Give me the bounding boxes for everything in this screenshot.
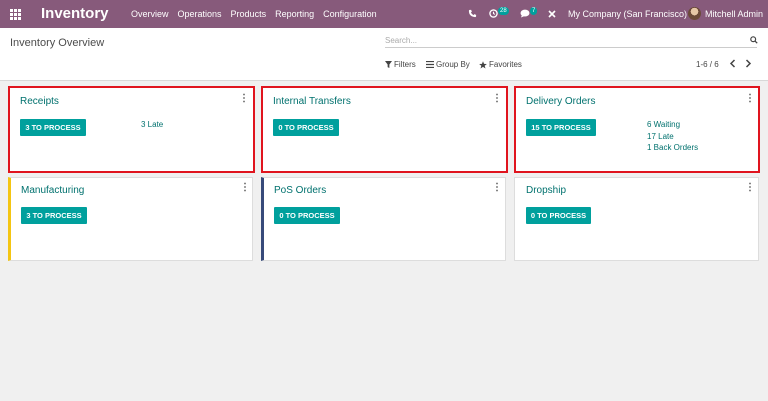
messages-icon[interactable] [520,9,530,18]
filters-label: Filters [394,60,416,69]
menu-item-overview[interactable]: Overview [131,9,169,19]
avatar[interactable] [688,7,701,20]
message-count-badge: 7 [530,7,538,15]
activity-count-badge: 28 [498,7,509,15]
kanban-card-dropship: Dropship ⋮ 0 TO PROCESS [514,177,759,261]
menu-item-reporting[interactable]: Reporting [275,9,314,19]
card-menu-icon[interactable]: ⋮ [239,94,249,104]
pager-previous-button[interactable] [729,59,736,71]
app-name[interactable]: Inventory [41,5,109,22]
group-by-button[interactable]: Group By [426,60,470,69]
card-menu-icon[interactable]: ⋮ [745,94,755,104]
phone-icon[interactable] [468,9,477,18]
group-by-label: Group By [436,60,470,69]
waiting-link[interactable]: 6 Waiting [647,119,680,131]
search-icon[interactable] [750,36,758,44]
back-orders-link[interactable]: 1 Back Orders [647,142,698,154]
to-process-button[interactable]: 15 TO PROCESS [526,119,596,136]
menu-item-configuration[interactable]: Configuration [323,9,377,19]
close-icon[interactable] [548,10,556,18]
pager-value[interactable]: 1-6 / 6 [696,60,719,69]
late-link[interactable]: 17 Late [647,131,674,143]
card-menu-icon[interactable]: ⋮ [492,183,502,193]
card-title[interactable]: Manufacturing [21,185,84,196]
kanban-card-receipts: Receipts ⋮ 3 TO PROCESS 3 Late [8,86,255,173]
to-process-button[interactable]: 0 TO PROCESS [526,207,591,224]
to-process-button[interactable]: 3 TO PROCESS [21,207,87,224]
card-title[interactable]: Dropship [526,185,566,196]
card-menu-icon[interactable]: ⋮ [240,183,250,193]
card-menu-icon[interactable]: ⋮ [745,183,755,193]
to-process-button[interactable]: 0 TO PROCESS [273,119,339,136]
pager-next-button[interactable] [745,59,752,71]
favorites-button[interactable]: Favorites [479,60,522,69]
menu-item-operations[interactable]: Operations [178,9,222,19]
activity-clock-icon[interactable] [489,9,498,18]
menu-item-products[interactable]: Products [231,9,267,19]
filters-button[interactable]: Filters [385,60,416,69]
chevron-left-icon [729,59,736,68]
kanban-card-internal-transfers: Internal Transfers ⋮ 0 TO PROCESS [261,86,508,173]
control-panel: Inventory Overview Filters Group By Favo… [0,28,768,81]
card-title[interactable]: Delivery Orders [526,96,595,107]
company-switcher[interactable]: My Company (San Francisco) [568,0,687,28]
user-menu[interactable]: Mitchell Admin [705,0,763,28]
star-icon [479,60,487,69]
search-input[interactable] [385,34,757,48]
main-menu: Overview Operations Products Reporting C… [131,9,377,19]
late-link[interactable]: 3 Late [141,119,163,131]
favorites-label: Favorites [489,60,522,69]
group-by-icon [426,61,434,68]
to-process-button[interactable]: 0 TO PROCESS [274,207,340,224]
kanban-card-delivery-orders: Delivery Orders ⋮ 15 TO PROCESS 6 Waitin… [514,86,760,173]
card-title[interactable]: PoS Orders [274,185,326,196]
card-title[interactable]: Receipts [20,96,59,107]
to-process-button[interactable]: 3 TO PROCESS [20,119,86,136]
kanban-card-pos-orders: PoS Orders ⋮ 0 TO PROCESS [261,177,506,261]
chevron-right-icon [745,59,752,68]
filter-icon [385,61,392,68]
card-menu-icon[interactable]: ⋮ [492,94,502,104]
breadcrumb: Inventory Overview [10,37,105,49]
card-title[interactable]: Internal Transfers [273,96,351,107]
kanban-card-manufacturing: Manufacturing ⋮ 3 TO PROCESS [8,177,253,261]
apps-menu-icon[interactable] [10,9,21,20]
top-navbar: Inventory Overview Operations Products R… [0,0,768,28]
